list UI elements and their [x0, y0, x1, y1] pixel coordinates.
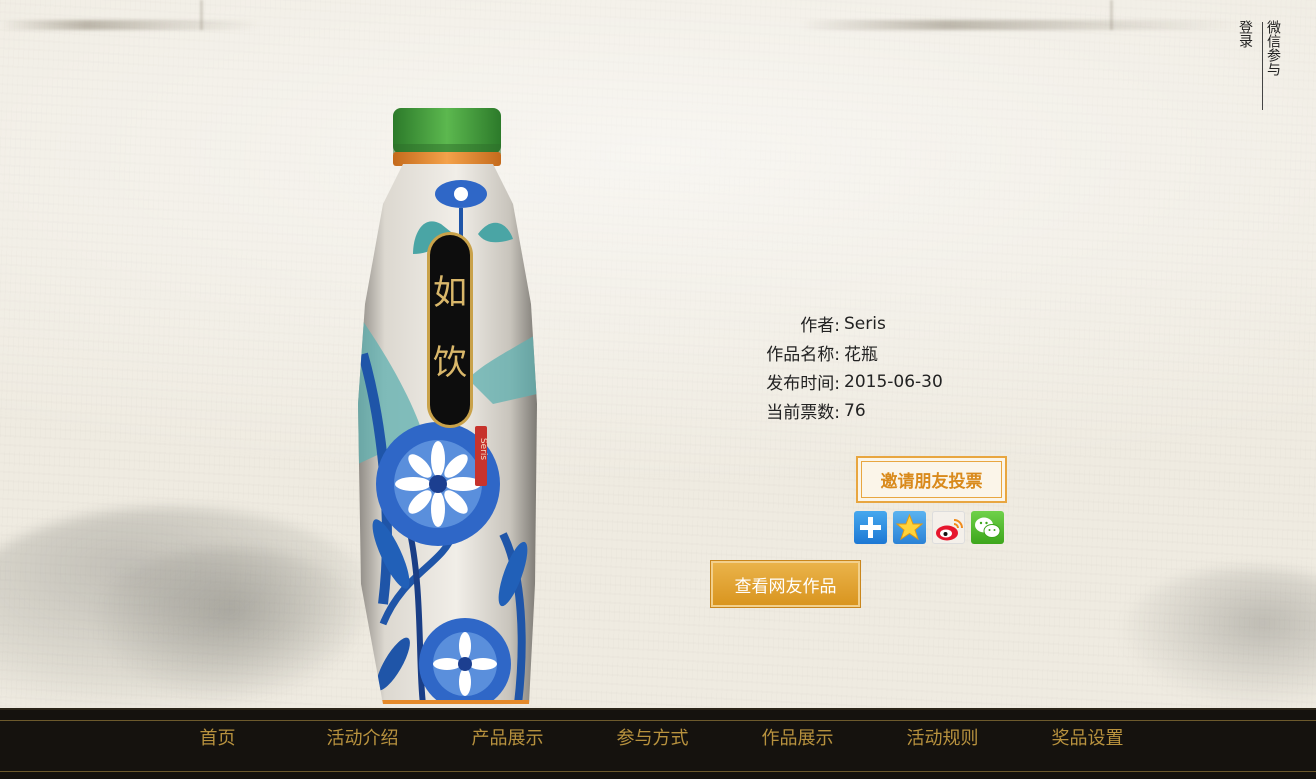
info-row-title: 作品名称: 花瓶: [740, 338, 943, 367]
wechat-icon[interactable]: [971, 511, 1004, 544]
author-label: 作者:: [800, 316, 840, 336]
artist-seal-text: Seris: [478, 438, 488, 460]
info-row-date: 发布时间: 2015-06-30: [740, 367, 943, 396]
ink-mountain-right: [1120, 567, 1316, 707]
ink-mountain-left-peak: [90, 547, 370, 707]
more-share-icon[interactable]: [854, 511, 887, 544]
main-nav: 首页 活动介绍 产品展示 参与方式 作品展示 活动规则 奖品设置: [145, 724, 1160, 750]
login-link[interactable]: 登录: [1237, 20, 1256, 48]
weibo-icon[interactable]: [932, 511, 965, 544]
nav-rules[interactable]: 活动规则: [870, 724, 1015, 750]
date-label: 发布时间:: [766, 374, 840, 394]
nav-home[interactable]: 首页: [145, 724, 290, 750]
wechat-participate-link[interactable]: 微信参与: [1265, 20, 1284, 76]
votes-label: 当前票数:: [766, 403, 840, 423]
nav-how-to-join[interactable]: 参与方式: [580, 724, 725, 750]
brand-label: [430, 235, 470, 425]
votes-value: 76: [844, 400, 866, 421]
paper-line: [200, 0, 203, 30]
artwork-info: 作者: Seris 作品名称: 花瓶 发布时间: 2015-06-30 当前票数…: [740, 309, 943, 425]
title-value: 花瓶: [844, 345, 878, 365]
author-value: Seris: [844, 313, 886, 334]
brush-stroke-right: [800, 20, 1240, 30]
title-label: 作品名称:: [766, 345, 840, 365]
date-value: 2015-06-30: [844, 371, 943, 392]
qzone-icon[interactable]: [893, 511, 926, 544]
product-bottle-image: 如 饮 Seris: [353, 104, 543, 708]
footer-nav-bar: 首页 活动介绍 产品展示 参与方式 作品展示 活动规则 奖品设置: [0, 708, 1316, 779]
info-row-author: 作者: Seris: [740, 309, 943, 338]
brand-text: 如: [433, 273, 467, 313]
invite-friends-vote-button[interactable]: 邀请朋友投票: [856, 456, 1007, 503]
nav-works[interactable]: 作品展示: [725, 724, 870, 750]
nav-prizes[interactable]: 奖品设置: [1015, 724, 1160, 750]
nav-activity-intro[interactable]: 活动介绍: [290, 724, 435, 750]
info-row-votes: 当前票数: 76: [740, 396, 943, 425]
bottle-ring: [393, 152, 501, 166]
paper-line: [1110, 0, 1113, 30]
brush-stroke-left: [0, 20, 260, 30]
nav-products[interactable]: 产品展示: [435, 724, 580, 750]
brand-text-2: 饮: [433, 343, 467, 383]
share-bar: [854, 511, 1004, 544]
view-netizen-works-button[interactable]: 查看网友作品: [711, 561, 860, 607]
